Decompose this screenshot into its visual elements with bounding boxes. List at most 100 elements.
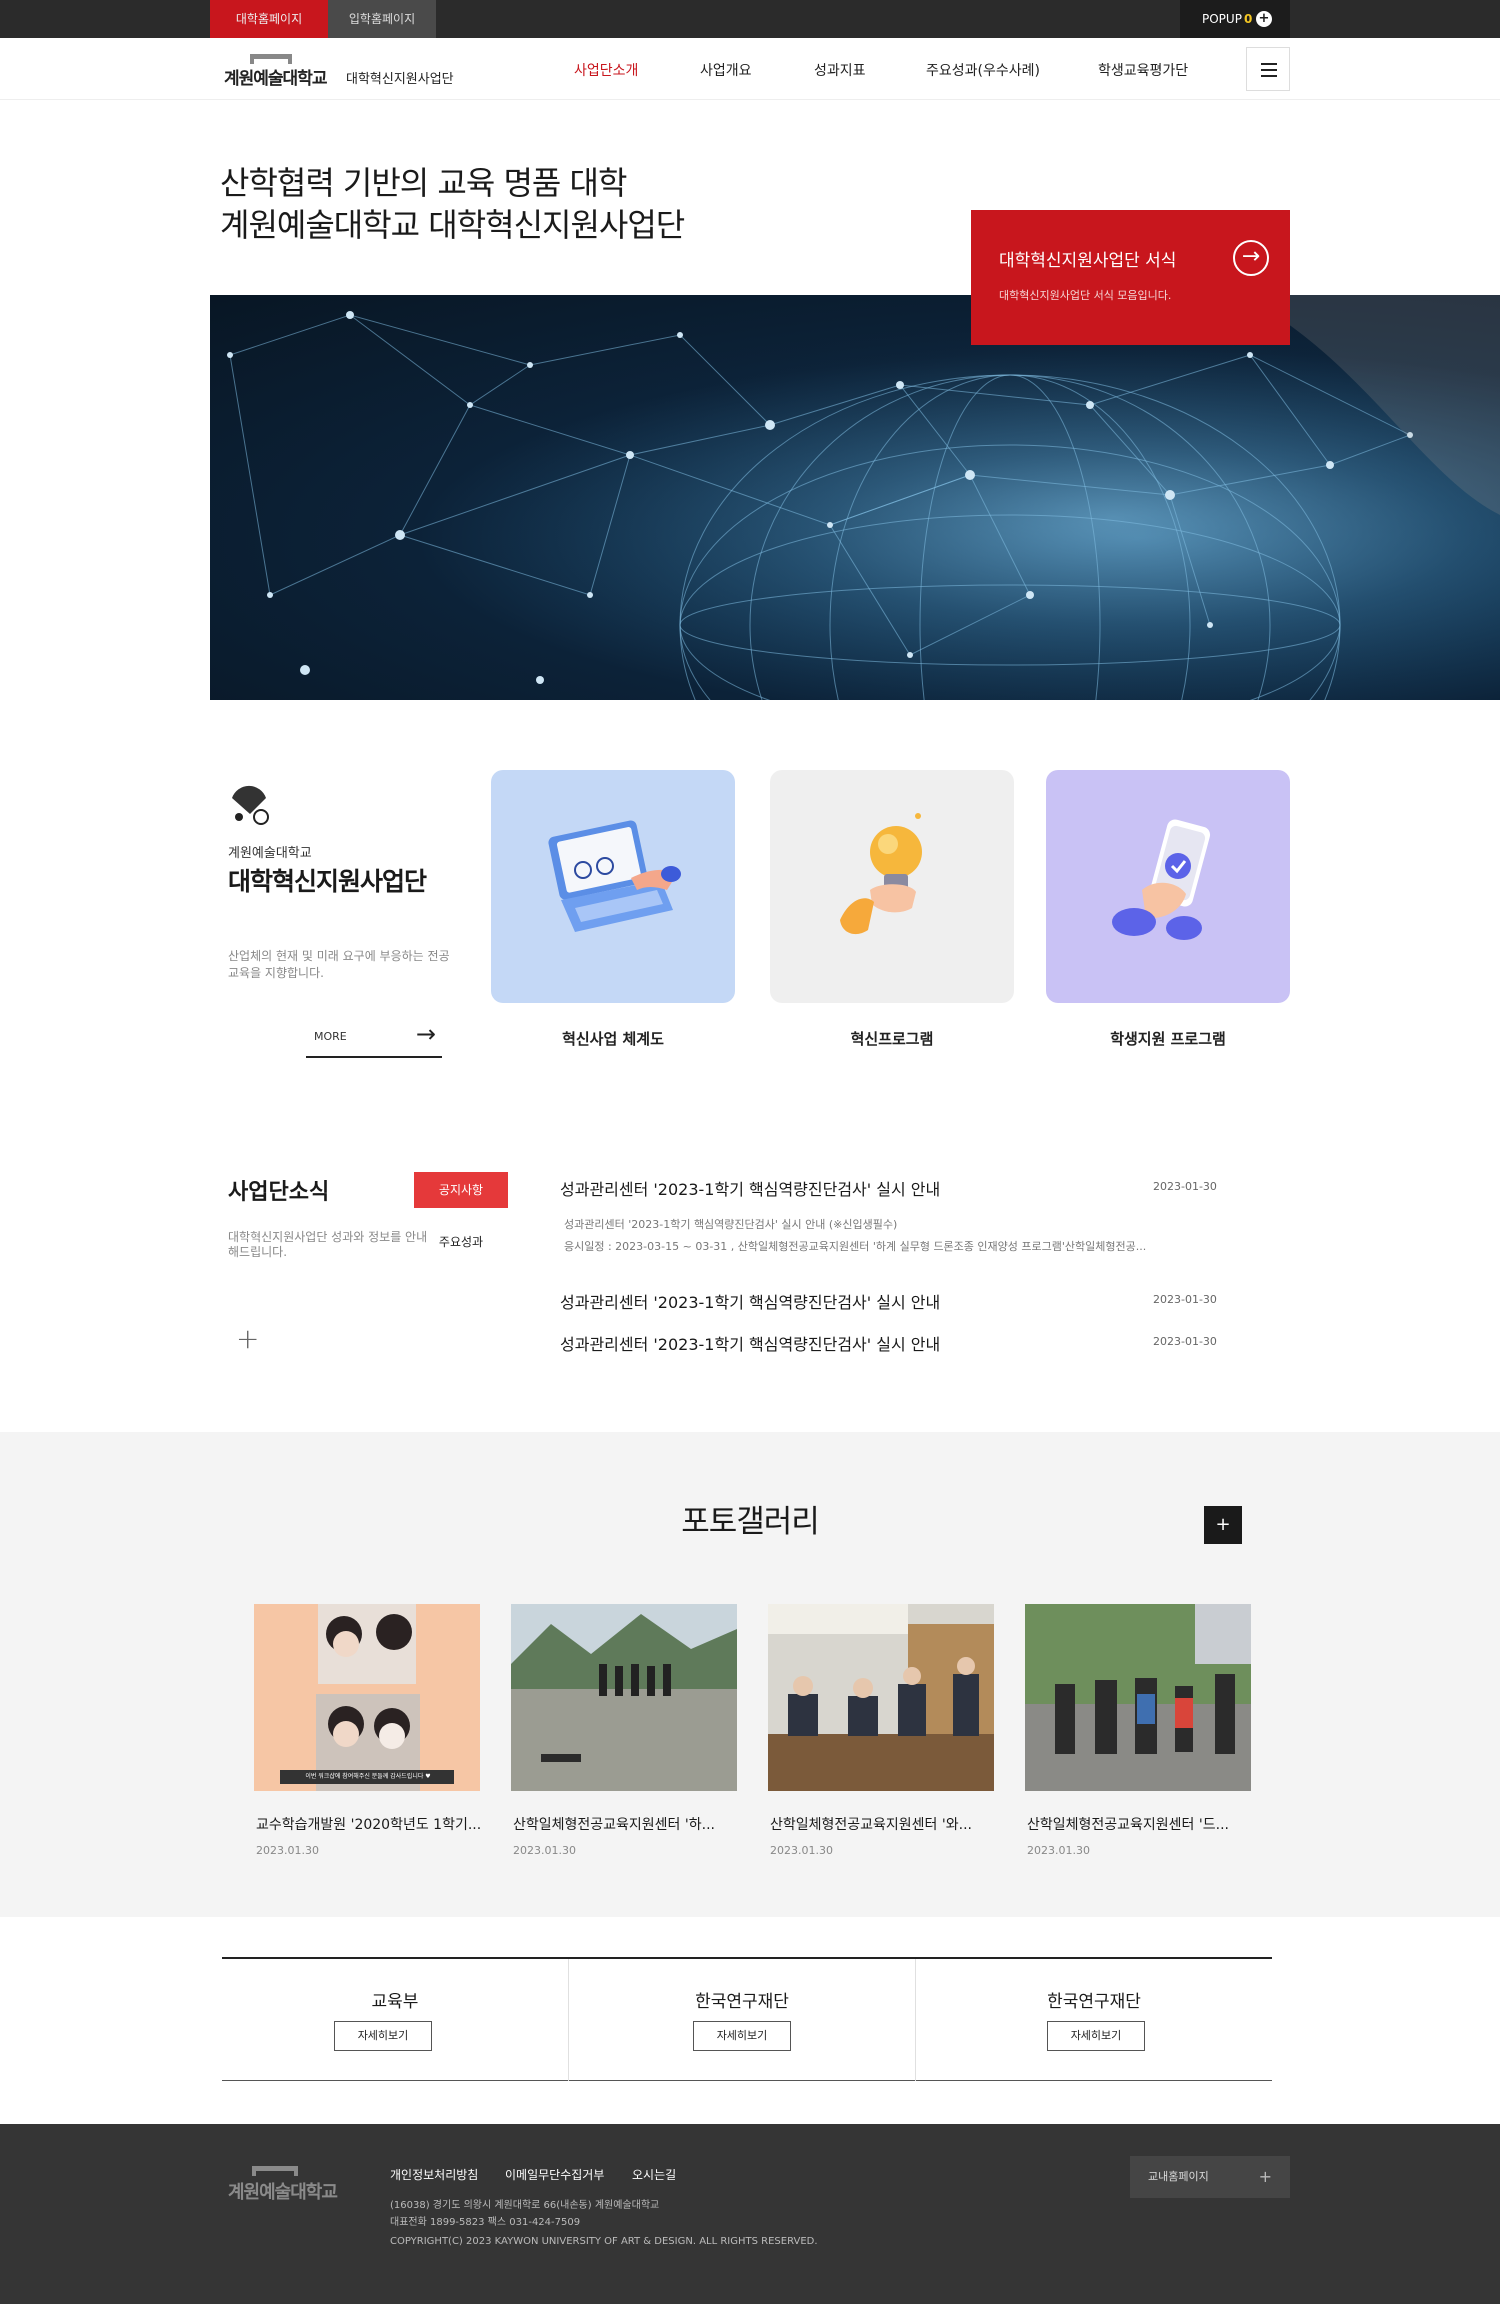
gallery-item-caption[interactable]: 산학일체형전공교육지원센터 '하... [513, 1814, 715, 1834]
link-nrf: 한국연구재단 자세히보기 [569, 1959, 915, 2081]
news-item[interactable]: 성과관리센터 '2023-1학기 핵심역량진단검사' 실시 안내 2023-01… [560, 1176, 1220, 1256]
news-item-body: 성과관리센터 '2023-1학기 핵심역량진단검사' 실시 안내 (※신입생필수… [564, 1218, 898, 1231]
news-item-title[interactable]: 성과관리센터 '2023-1학기 핵심역량진단검사' 실시 안내 [560, 1176, 940, 1200]
logo-mark [250, 54, 292, 64]
admission-homepage-tab[interactable]: 입학홈페이지 [328, 0, 436, 38]
hero-title-line2: 계원예술대학교 대학혁신지원사업단 [220, 206, 685, 244]
more-link[interactable]: MORE → [306, 1020, 442, 1058]
email-refusal-link[interactable]: 이메일무단수집거부 [505, 2166, 604, 2183]
gallery-photo[interactable] [511, 1604, 737, 1791]
hero-title-line1: 산학협력 기반의 교육 명품 대학 [220, 164, 627, 202]
card-innovation-system-label[interactable]: 혁신사업 체계도 [491, 1028, 735, 1049]
card-innovation-system[interactable] [491, 770, 735, 1003]
popup-button[interactable]: POPUP 0 + [1180, 0, 1290, 38]
forms-card[interactable]: 대학혁신지원사업단 서식 대학혁신지원사업단 서식 모음입니다. → [971, 210, 1290, 345]
header: 계원예술대학교 대학혁신지원사업단 사업단소개 사업개요 성과지표 주요성과(우… [0, 38, 1500, 100]
footer-address: (16038) 경기도 의왕시 계원대학로 66(내손동) 계원예술대학교 [390, 2200, 660, 2211]
hamburger-menu-button[interactable] [1246, 47, 1290, 91]
network-globe-illustration [210, 295, 1500, 700]
gallery-item-caption[interactable]: 교수학습개발원 '2020학년도 1학기... [256, 1814, 481, 1834]
photo-gallery-section: 포토갤러리 + 이번 워크샵에 참여해주신 분들께 감사드립니다 ♥ 교수학습개… [0, 1432, 1500, 1917]
nav-item-achievements[interactable]: 주요성과(우수사례) [926, 60, 1040, 80]
utility-bar: 대학홈페이지 입학홈페이지 POPUP 0 + [0, 0, 1500, 38]
news-item-title[interactable]: 성과관리센터 '2023-1학기 핵심역량진단검사' 실시 안내 [560, 1331, 940, 1355]
popup-count: 0 [1243, 12, 1253, 26]
details-button[interactable]: 자세히보기 [334, 2021, 432, 2051]
tab-notice[interactable]: 공지사항 [414, 1172, 508, 1208]
footer-copyright: COPYRIGHT(C) 2023 KAYWON UNIVERSITY OF A… [390, 2236, 818, 2247]
arrow-right-icon: → [415, 1020, 436, 1048]
hero-network-image [210, 295, 1500, 700]
gallery-item-date: 2023.01.30 [1027, 1844, 1090, 1857]
gallery-item-caption[interactable]: 산학일체형전공교육지원센터 '드... [1027, 1814, 1229, 1834]
gallery-photo[interactable]: 이번 워크샵에 참여해주신 분들께 감사드립니다 ♥ [254, 1604, 480, 1791]
lightbulb-icon [840, 813, 922, 935]
logo-name: 계원예술대학교 [224, 69, 327, 89]
nav-item-evaluation[interactable]: 학생교육평가단 [1098, 60, 1188, 80]
news-title: 사업단소식 [228, 1180, 330, 1205]
popup-label: POPUP [1202, 12, 1242, 26]
news-item-title[interactable]: 성과관리센터 '2023-1학기 핵심역량진단검사' 실시 안내 [560, 1289, 940, 1313]
gallery-photo[interactable] [1025, 1604, 1251, 1791]
link-title: 교육부 [371, 1992, 419, 2012]
campus-sites-select[interactable]: 교내홈페이지 + [1130, 2156, 1290, 2198]
news-item-date: 2023-01-30 [1153, 1335, 1217, 1348]
gallery-item-caption[interactable]: 산학일체형전공교육지원센터 '와... [770, 1814, 972, 1834]
details-button[interactable]: 자세히보기 [693, 2021, 791, 2051]
link-nrf-2: 한국연구재단 자세히보기 [916, 1959, 1272, 2081]
card-innovation-program[interactable] [770, 770, 1014, 1003]
card-innovation-program-label[interactable]: 혁신프로그램 [770, 1028, 1014, 1049]
hero-title: 산학협력 기반의 교육 명품 대학 계원예술대학교 대학혁신지원사업단 [220, 162, 685, 246]
privacy-policy-link[interactable]: 개인정보처리방침 [390, 2166, 478, 2183]
plus-icon: + [1258, 2167, 1272, 2186]
link-moe: 교육부 자세히보기 [222, 1959, 568, 2081]
arrow-right-icon: → [1233, 240, 1269, 276]
footer-phone: 대표전화 1899-5823 팩스 031-424-7509 [390, 2217, 581, 2228]
logo-sub: 대학혁신지원사업단 [346, 72, 454, 87]
footer-logo-name: 계원예술대학교 [228, 2182, 338, 2203]
intro-univ-name: 계원예술대학교 [228, 846, 312, 861]
more-label: MORE [314, 1030, 347, 1043]
forms-card-desc: 대학혁신지원사업단 서식 모음입니다. [999, 289, 1172, 302]
gallery-item-date: 2023.01.30 [256, 1844, 319, 1857]
news-item-date: 2023-01-30 [1153, 1180, 1217, 1193]
tab-achievements[interactable]: 주요성과 [414, 1224, 508, 1260]
details-button[interactable]: 자세히보기 [1047, 2021, 1145, 2051]
gallery-title: 포토갤러리 [681, 1504, 820, 1540]
intro-description: 산업체의 현재 및 미래 요구에 부응하는 전공교육을 지향합니다. [228, 949, 450, 980]
news-item-date: 2023-01-30 [1153, 1293, 1217, 1306]
news-item[interactable]: 성과관리센터 '2023-1학기 핵심역량진단검사' 실시 안내 2023-01… [560, 1331, 1220, 1355]
plus-icon: + [1256, 11, 1272, 27]
card-student-support-label[interactable]: 학생지원 프로그램 [1046, 1028, 1290, 1049]
link-title: 한국연구재단 [1047, 1992, 1141, 2012]
gallery-photo[interactable] [768, 1604, 994, 1791]
directions-link[interactable]: 오시는길 [632, 2166, 676, 2183]
photo-video-call [280, 1604, 454, 1791]
link-title: 한국연구재단 [695, 1992, 789, 2012]
forms-card-title: 대학혁신지원사업단 서식 [999, 251, 1177, 271]
footer-logo-mark [252, 2166, 298, 2176]
gallery-item-date: 2023.01.30 [513, 1844, 576, 1857]
hamburger-icon [1261, 63, 1277, 65]
hamburger-icon-line [1261, 75, 1277, 77]
related-links: 교육부 자세히보기 한국연구재단 자세히보기 한국연구재단 자세히보기 [222, 1957, 1272, 2081]
nav-item-indicators[interactable]: 성과지표 [814, 60, 866, 80]
news-item[interactable]: 성과관리센터 '2023-1학기 핵심역량진단검사' 실시 안내 2023-01… [560, 1289, 1220, 1313]
photo-outdoor-group [1025, 1604, 1251, 1791]
gallery-item-date: 2023.01.30 [770, 1844, 833, 1857]
news-description: 대학혁신지원사업단 성과와 정보를 안내해드립니다. [228, 1230, 428, 1259]
gallery-more-button[interactable]: + [1204, 1506, 1242, 1544]
card-student-support[interactable] [1046, 770, 1290, 1003]
plus-icon[interactable]: + [236, 1322, 259, 1355]
univ-homepage-tab[interactable]: 대학홈페이지 [210, 0, 328, 38]
nav-item-intro[interactable]: 사업단소개 [574, 60, 638, 80]
footer: 계원예술대학교 개인정보처리방침 이메일무단수집거부 오시는길 (16038) … [0, 2124, 1500, 2304]
photo-drone-training [511, 1604, 737, 1791]
nav-item-overview[interactable]: 사업개요 [700, 60, 752, 80]
emblem-icon [232, 785, 269, 825]
laptop-icon [548, 820, 681, 932]
smartphone-hand-icon [1112, 819, 1211, 940]
gallery-photo-caption-overlay: 이번 워크샵에 참여해주신 분들께 감사드립니다 ♥ [305, 1773, 431, 1780]
news-item-body: 응시일정 : 2023-03-15 ~ 03-31 , 산학일체형전공교육지원센… [564, 1240, 1147, 1253]
hamburger-icon-line [1261, 69, 1277, 71]
